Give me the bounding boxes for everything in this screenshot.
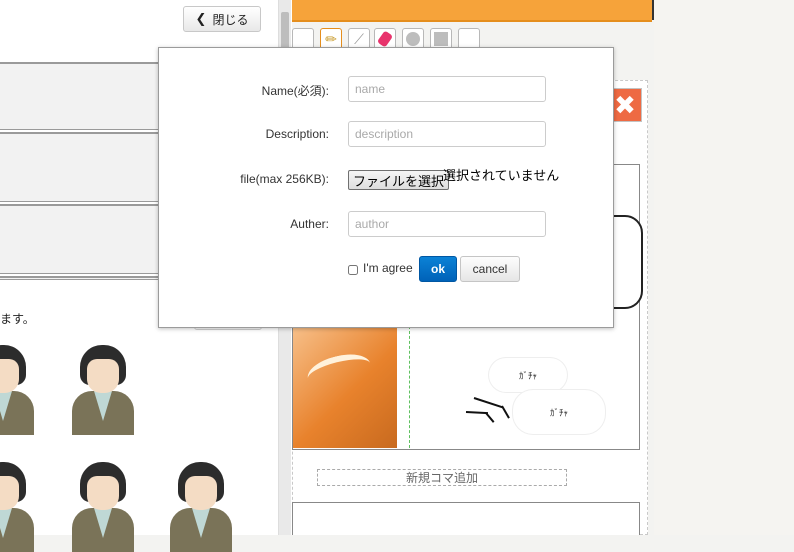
square-icon	[434, 32, 448, 46]
agree-label: I'm agree	[363, 261, 413, 275]
hint-text: ます。	[0, 312, 35, 326]
cancel-button[interactable]: cancel	[460, 256, 520, 282]
speech-bubble[interactable]: ｶﾞﾁｬ	[489, 358, 567, 392]
close-button-label: 閉じる	[212, 12, 249, 27]
character-thumbnail[interactable]	[0, 345, 34, 435]
name-input[interactable]	[348, 76, 546, 102]
comic-panel[interactable]	[292, 502, 640, 535]
choose-file-button[interactable]: ファイルを選択	[348, 170, 450, 190]
page-background	[654, 0, 794, 535]
upload-dialog: Name(必須): Description: file(max 256KB): …	[158, 47, 614, 328]
file-status: 選択されていません	[443, 169, 560, 184]
character-thumbnail[interactable]	[72, 345, 134, 435]
close-button[interactable]: ❮ 閉じる	[183, 6, 261, 32]
scroll-thumb[interactable]	[281, 12, 289, 52]
name-label: Name(必須):	[261, 84, 329, 98]
file-label: file(max 256KB):	[240, 172, 329, 186]
description-label: Description:	[265, 127, 329, 141]
description-input[interactable]	[348, 121, 546, 147]
divider	[652, 0, 654, 20]
author-input[interactable]	[348, 211, 546, 237]
add-panel-button[interactable]: 新規コマ追加	[317, 469, 567, 486]
character-thumbnail[interactable]	[170, 462, 232, 552]
bubble-text: ｶﾞﾁｬ	[518, 370, 537, 381]
speech-bubble[interactable]: ｶﾞﾁｬ	[513, 390, 605, 434]
agree-checkbox[interactable]	[348, 265, 358, 275]
circle-icon	[406, 32, 420, 46]
author-label: Auther:	[290, 217, 329, 231]
guide-line	[409, 326, 410, 448]
toolbar-header	[292, 0, 652, 22]
chevron-left-icon: ❮	[195, 11, 207, 26]
line-icon: ⟋	[354, 30, 364, 47]
character-thumbnail[interactable]	[72, 462, 134, 552]
pencil-icon: ✏	[325, 30, 337, 47]
drawn-figure	[293, 326, 397, 448]
ok-button[interactable]: ok	[419, 256, 457, 282]
character-thumbnail[interactable]	[0, 462, 34, 552]
bubble-text: ｶﾞﾁｬ	[549, 407, 568, 418]
eraser-icon	[376, 30, 394, 48]
